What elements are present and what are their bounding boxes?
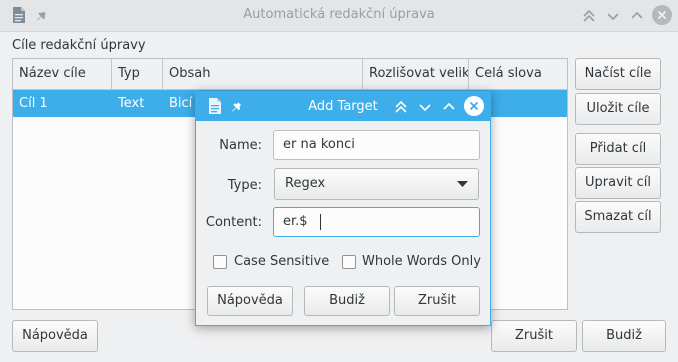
chevron-down-icon bbox=[457, 181, 468, 187]
type-select-value: Regex bbox=[285, 176, 326, 191]
window-titlebar: Automatická redakční úprava bbox=[0, 0, 678, 32]
window-title: Automatická redakční úprava bbox=[243, 7, 435, 22]
cell-name: Cíl 1 bbox=[19, 96, 48, 111]
dialog-cancel-button[interactable]: Zrušit bbox=[394, 286, 480, 316]
column-header-name[interactable]: Název cíle bbox=[13, 59, 112, 89]
maximize-icon[interactable] bbox=[440, 98, 458, 116]
content-label: Content: bbox=[205, 215, 262, 230]
minimize-icon[interactable] bbox=[604, 7, 622, 25]
ok-button[interactable]: Budiž bbox=[582, 320, 666, 352]
column-header-content[interactable]: Obsah bbox=[163, 59, 363, 89]
name-field[interactable]: er na konci bbox=[273, 130, 480, 160]
add-target-dialog: Add Target Name: er na konci Type: Regex… bbox=[195, 91, 491, 326]
minimize-icon[interactable] bbox=[416, 98, 434, 116]
edit-target-button[interactable]: Upravit cíl bbox=[575, 167, 661, 199]
add-target-button[interactable]: Přidat cíl bbox=[575, 133, 661, 165]
keep-above-icon[interactable] bbox=[392, 98, 410, 116]
text-cursor bbox=[320, 214, 321, 230]
column-header-whole[interactable]: Celá slova bbox=[469, 59, 569, 89]
dialog-help-button[interactable]: Nápověda bbox=[207, 286, 293, 316]
column-header-case[interactable]: Rozlišovat veliko bbox=[363, 59, 469, 89]
column-header-type[interactable]: Typ bbox=[112, 59, 163, 89]
case-sensitive-checkbox[interactable] bbox=[213, 255, 227, 269]
content-field-value: er.$ bbox=[283, 214, 308, 229]
type-select[interactable]: Regex bbox=[274, 168, 479, 200]
case-sensitive-label[interactable]: Case Sensitive bbox=[234, 254, 329, 269]
dialog-titlebar: Add Target bbox=[196, 92, 490, 121]
keep-above-icon[interactable] bbox=[580, 7, 598, 25]
section-label: Cíle redakční úpravy bbox=[12, 38, 146, 53]
close-icon bbox=[657, 10, 667, 20]
dialog-close-button[interactable] bbox=[464, 96, 484, 116]
delete-target-button[interactable]: Smazat cíl bbox=[575, 201, 661, 233]
save-targets-button[interactable]: Uložit cíle bbox=[575, 93, 661, 125]
whole-words-label[interactable]: Whole Words Only bbox=[362, 254, 481, 269]
dialog-ok-button[interactable]: Budiž bbox=[304, 286, 390, 316]
table-header: Název cíle Typ Obsah Rozlišovat veliko C… bbox=[13, 59, 567, 90]
name-label: Name: bbox=[219, 138, 262, 153]
maximize-icon[interactable] bbox=[628, 7, 646, 25]
close-button[interactable] bbox=[652, 5, 672, 25]
content-field[interactable]: er.$ bbox=[273, 207, 480, 237]
load-targets-button[interactable]: Načíst cíle bbox=[575, 58, 661, 90]
type-label: Type: bbox=[227, 178, 262, 193]
cancel-button[interactable]: Zrušit bbox=[491, 320, 577, 352]
help-button[interactable]: Nápověda bbox=[12, 320, 98, 352]
whole-words-checkbox[interactable] bbox=[342, 255, 356, 269]
close-icon bbox=[469, 101, 479, 111]
cell-type: Text bbox=[118, 96, 145, 111]
